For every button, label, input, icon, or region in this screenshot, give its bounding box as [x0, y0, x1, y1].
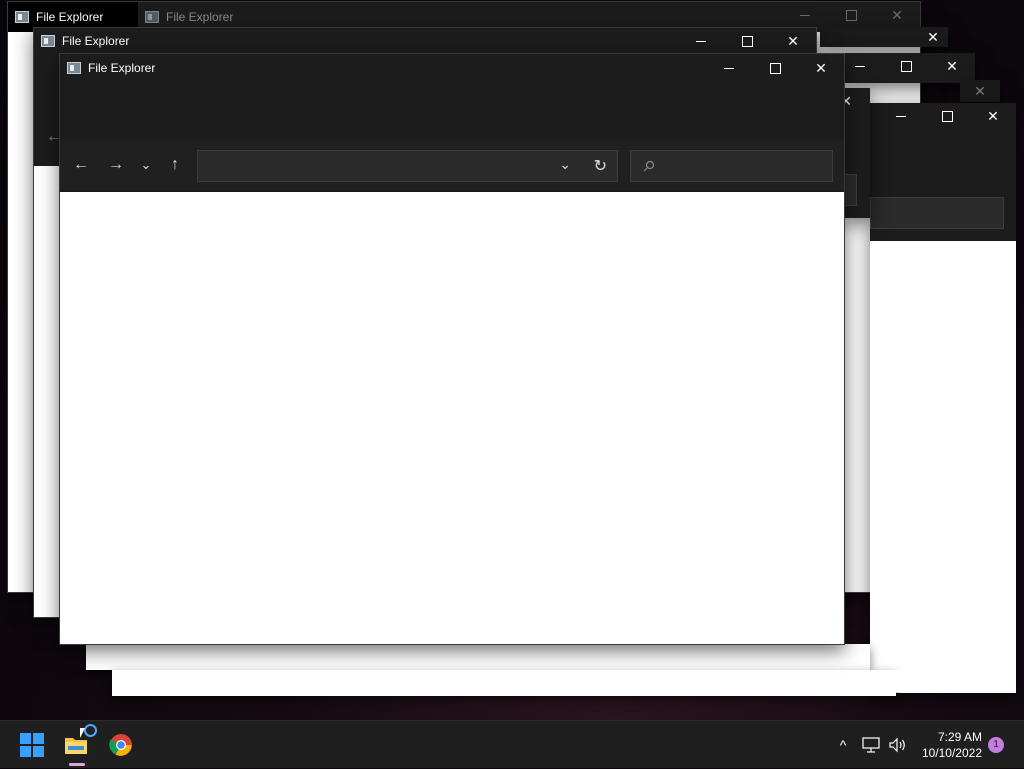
window-controls: ✕ [878, 103, 1016, 129]
up-button[interactable]: ↑ [163, 154, 187, 176]
loading-indicator-icon [84, 724, 97, 737]
close-icon: ✕ [927, 28, 939, 45]
maximize-button[interactable] [883, 53, 929, 79]
window-title: File Explorer [62, 34, 130, 48]
window-controls: ✕ [678, 28, 816, 54]
minimize-button[interactable] [678, 28, 724, 54]
address-bar[interactable]: ⌄ ↻ [197, 150, 618, 182]
explorer-window-back-4[interactable]: ✕ [960, 80, 1000, 102]
close-button[interactable]: ✕ [929, 53, 975, 79]
notification-badge[interactable]: 1 [988, 737, 1004, 753]
maximize-button[interactable] [828, 2, 874, 28]
chevron-up-icon[interactable]: ^ [830, 737, 856, 753]
back-button[interactable]: ← [69, 154, 93, 176]
maximize-button[interactable] [752, 54, 798, 82]
minimize-button[interactable] [782, 2, 828, 28]
close-button[interactable]: ✕ [845, 88, 861, 114]
explorer-window-front[interactable]: File Explorer ✕ ← → ⌄ ↑ ⌄ ↻ [59, 53, 845, 645]
window-content [60, 192, 844, 644]
speaker-icon[interactable] [888, 737, 908, 753]
minimize-button[interactable] [706, 54, 752, 82]
network-icon[interactable] [862, 737, 880, 753]
maximize-button[interactable] [724, 28, 770, 54]
chevron-down-icon: ⌄ [140, 157, 152, 172]
file-explorer-icon [41, 35, 55, 47]
arrow-up-icon: ↑ [171, 156, 179, 173]
file-explorer-icon [145, 11, 159, 23]
chrome-icon [109, 734, 132, 756]
close-icon: ✕ [815, 59, 827, 76]
file-explorer-icon [15, 11, 29, 23]
notification-count: 1 [993, 739, 999, 750]
search-icon [643, 160, 655, 172]
close-icon: ✕ [987, 107, 999, 124]
search-box[interactable] [845, 174, 857, 206]
close-button[interactable]: ✕ [960, 80, 1000, 102]
close-icon: ✕ [787, 32, 799, 49]
explorer-window-back-5[interactable]: ✕ [870, 103, 1016, 693]
close-icon: ✕ [974, 82, 986, 99]
tab-label: File Explorer [36, 10, 104, 24]
search-box[interactable] [870, 197, 1004, 229]
taskbar-file-explorer[interactable] [62, 724, 97, 759]
file-explorer-icon [67, 62, 81, 74]
cursor-icon [80, 728, 85, 738]
close-button[interactable]: ✕ [770, 28, 816, 54]
clock-date: 10/10/2022 [921, 746, 982, 760]
close-button[interactable]: ✕ [874, 2, 920, 28]
close-button[interactable]: ✕ [918, 27, 948, 47]
start-icon [20, 733, 44, 757]
minimize-button[interactable] [845, 53, 883, 79]
tab-label: File Explorer [166, 10, 234, 24]
taskbar: ^ 7:29 AM 10/10/2022 1 [0, 720, 1024, 768]
explorer-window-back-6[interactable]: ✕ [845, 88, 870, 218]
close-icon: ✕ [946, 57, 958, 74]
window-controls: ✕ [706, 54, 844, 82]
explorer-window-back-3[interactable]: ✕ [845, 53, 975, 83]
start-button[interactable] [18, 731, 46, 759]
forward-button[interactable]: → [104, 154, 128, 176]
active-app-indicator [69, 763, 85, 766]
recent-locations-button[interactable]: ⌄ [134, 154, 158, 176]
window-title: File Explorer [88, 61, 156, 75]
clock[interactable]: 7:29 AM 10/10/2022 [912, 729, 982, 761]
arrow-left-icon: ← [73, 156, 89, 173]
clock-time: 7:29 AM [937, 730, 982, 744]
close-icon: ✕ [891, 6, 903, 23]
system-tray: ^ [830, 721, 908, 769]
maximize-button[interactable] [924, 103, 970, 129]
address-dropdown-icon[interactable]: ⌄ [559, 156, 571, 173]
explorer-window-back-2[interactable]: ✕ [820, 27, 948, 47]
window-controls: ✕ [845, 53, 975, 81]
close-button[interactable]: ✕ [798, 54, 844, 82]
refresh-icon[interactable]: ↻ [594, 156, 607, 176]
close-icon: ✕ [845, 92, 852, 109]
window-edge-bottom-1 [86, 644, 870, 670]
minimize-button[interactable] [878, 103, 924, 129]
navigation-bar: ← → ⌄ ↑ ⌄ ↻ [60, 140, 844, 190]
arrow-right-icon: → [108, 156, 124, 173]
window-edge-bottom-3 [232, 670, 1016, 692]
window-content [870, 241, 1016, 693]
window-controls: ✕ [782, 2, 920, 28]
close-button[interactable]: ✕ [970, 103, 1016, 129]
search-box[interactable] [630, 150, 833, 182]
taskbar-chrome[interactable] [107, 731, 135, 759]
